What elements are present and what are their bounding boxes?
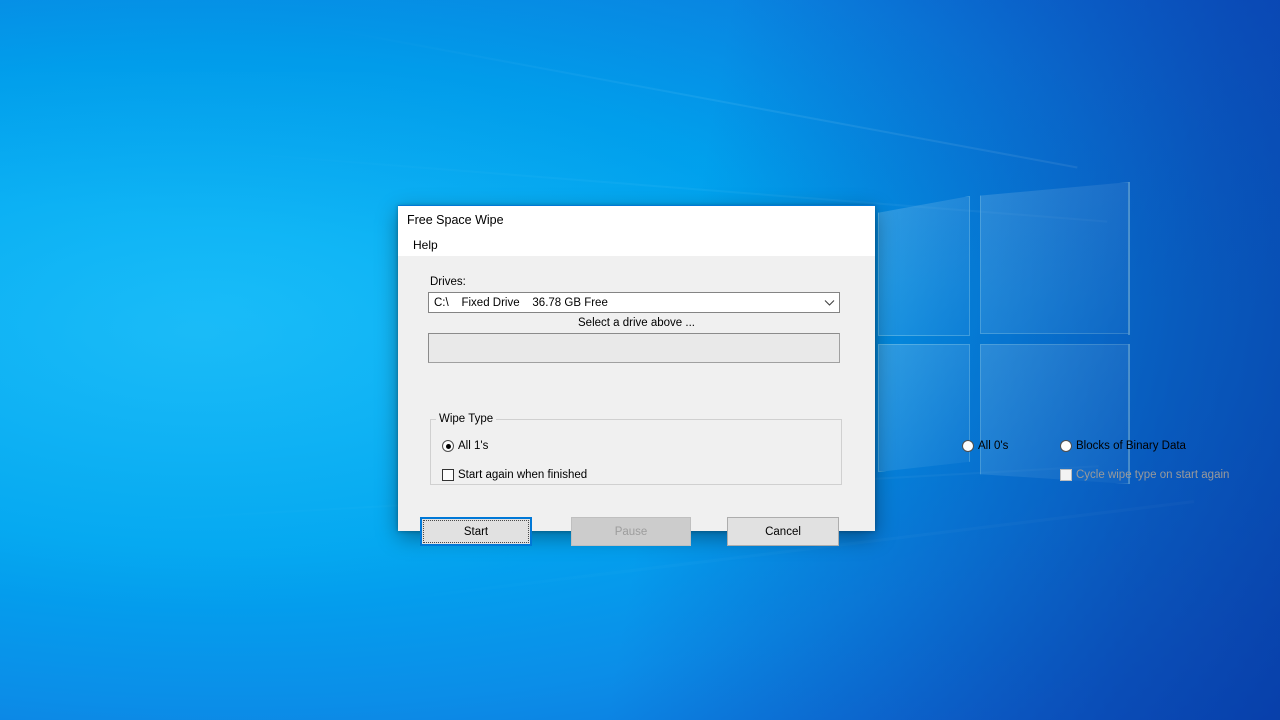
pause-button-label: Pause	[614, 525, 648, 538]
menu-bar: Help	[398, 234, 875, 256]
radio-icon-blocks-of-binary-data	[1060, 440, 1072, 452]
drives-label: Drives:	[430, 276, 466, 288]
cancel-button[interactable]: Cancel	[727, 517, 839, 546]
radio-icon-all-zeros	[962, 440, 974, 452]
dialog-client-area: Drives: C:\ Fixed Drive 36.78 GB Free Se…	[398, 256, 1229, 546]
wipe-progress-bar	[428, 333, 840, 363]
checkbox-icon-start-again	[442, 469, 454, 481]
radio-blocks-of-binary-data[interactable]: Blocks of Binary Data	[1060, 440, 1186, 452]
radio-label-all-zeros: All 0's	[978, 440, 1009, 452]
title-bar[interactable]: Free Space Wipe	[398, 206, 875, 234]
radio-icon-all-ones	[442, 440, 454, 452]
start-button[interactable]: Start	[420, 517, 532, 546]
radio-label-all-ones: All 1's	[458, 440, 489, 452]
checkbox-label-cycle-wipe-type: Cycle wipe type on start again	[1076, 469, 1230, 481]
checkbox-start-again-when-finished[interactable]: Start again when finished	[442, 469, 587, 481]
start-button-label: Start	[463, 525, 489, 538]
radio-all-ones[interactable]: All 1's	[442, 440, 488, 452]
drive-select-value: C:\ Fixed Drive 36.78 GB Free	[434, 296, 608, 309]
wipe-type-group-label: Wipe Type	[436, 413, 497, 425]
radio-label-blocks-of-binary-data: Blocks of Binary Data	[1076, 440, 1186, 452]
drive-select[interactable]: C:\ Fixed Drive 36.78 GB Free	[428, 292, 840, 313]
free-space-wipe-window: Free Space Wipe Help Drives: C:\ Fixed D…	[398, 205, 1229, 546]
cancel-button-label: Cancel	[765, 525, 801, 538]
window-title: Free Space Wipe	[407, 212, 504, 227]
checkbox-cycle-wipe-type-on-start-again: Cycle wipe type on start again	[1060, 469, 1229, 481]
chevron-down-icon	[820, 299, 839, 307]
status-text: Select a drive above ...	[578, 317, 695, 329]
pause-button: Pause	[571, 517, 691, 546]
menu-item-help[interactable]: Help	[407, 236, 444, 254]
checkbox-icon-cycle-wipe-type	[1060, 469, 1072, 481]
checkbox-label-start-again: Start again when finished	[458, 469, 588, 481]
radio-all-zeros[interactable]: All 0's	[962, 440, 1008, 452]
